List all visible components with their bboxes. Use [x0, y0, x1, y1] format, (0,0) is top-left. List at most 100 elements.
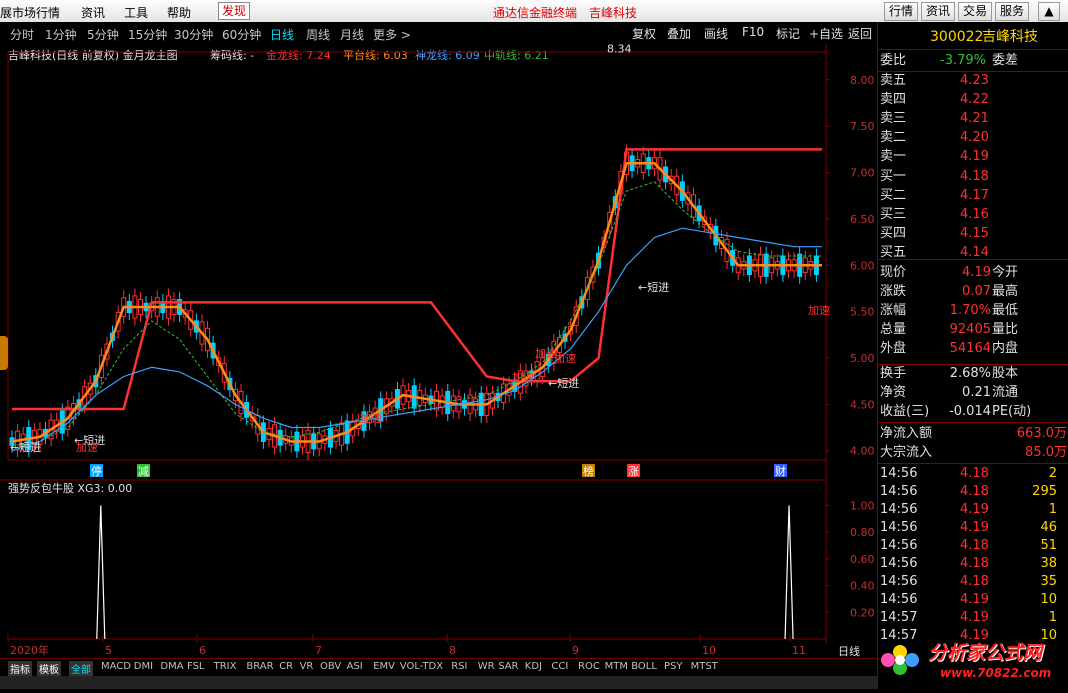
stat-value: 0.07 [962, 284, 991, 299]
tab-15min[interactable]: 15分钟 [128, 26, 167, 43]
watermark-title: 分析家公式网 [928, 642, 1043, 664]
indicator-mtm[interactable]: MTM [605, 661, 628, 672]
tick-time: 14:57 [880, 610, 918, 625]
indicator-boll[interactable]: BOLL [631, 661, 657, 672]
period-label: 日线 [838, 645, 860, 658]
tick-volume: 10 [1040, 592, 1057, 607]
menu-discover[interactable]: 发现 [218, 2, 251, 20]
indicator-cci[interactable]: CCI [551, 661, 568, 672]
btn-draw[interactable]: 画线 [704, 25, 728, 42]
tab-template[interactable]: 模板 [37, 661, 61, 676]
date-tick-label: 11 [792, 644, 806, 657]
indicator-dma[interactable]: DMA [160, 661, 183, 672]
btn-info[interactable]: 资讯 [921, 2, 956, 21]
sub-tick-label: 0.80 [850, 526, 875, 539]
tab-daily[interactable]: 日线 [270, 26, 294, 43]
indicator-bar: 指标 模板 全部 MACD DMI DMA FSL TRIX BRAR CR VR OBV ASI… [0, 658, 877, 676]
tab-indicator[interactable]: 指标 [8, 661, 32, 676]
btn-mark[interactable]: 标记 [776, 25, 800, 42]
event-marker-label: 涨 [628, 465, 639, 478]
indicator-fsl[interactable]: FSL [187, 661, 205, 672]
btn-trade[interactable]: 交易 [958, 2, 993, 21]
tab-30min[interactable]: 30分钟 [174, 26, 213, 43]
indicator-psy[interactable]: PSY [664, 661, 683, 672]
stat-value: 1.70% [949, 303, 991, 318]
menu-market[interactable]: 展市场行情 [0, 4, 60, 21]
indicator-brar[interactable]: BRAR [246, 661, 273, 672]
ask-level-label: 卖二 [880, 130, 907, 145]
tab-1min[interactable]: 1分钟 [45, 26, 77, 43]
btn-adjust[interactable]: 复权 [632, 25, 656, 42]
tab-5min[interactable]: 5分钟 [87, 26, 119, 43]
indicator-sar[interactable]: SAR [498, 661, 518, 672]
flow-row: 大宗流入 85.0万 [878, 444, 1068, 462]
price-tick-label: 8.00 [850, 74, 875, 87]
left-expand-tab[interactable] [0, 336, 8, 370]
tick-time: 14:56 [880, 556, 918, 571]
indicator-emv[interactable]: EMV [373, 661, 395, 672]
ask-level-label: 卖四 [880, 92, 907, 107]
bid-level-label: 买二 [880, 188, 907, 203]
flow-value: 663.0万 [1016, 426, 1067, 441]
signal-annotation: 加速 [360, 412, 382, 425]
indicator-trix[interactable]: TRIX [214, 661, 237, 672]
indicator-dmi[interactable]: DMI [134, 661, 153, 672]
indicator-cr[interactable]: CR [279, 661, 293, 672]
indicator-obv[interactable]: OBV [320, 661, 341, 672]
flow-row: 净流入额 663.0万 [878, 425, 1068, 443]
high-price-label: 8.34 [607, 44, 632, 55]
kline-chart[interactable]: 8.00 7.50 7.00 6.50 6.00 5.50 5.00 4.50 4.00 8.34… [0, 44, 877, 658]
indicator-vol-tdx[interactable]: VOL-TDX [400, 661, 443, 672]
tab-intraday[interactable]: 分时 [10, 26, 34, 43]
indicator-asi[interactable]: ASI [347, 661, 363, 672]
tick-volume: 46 [1040, 520, 1057, 535]
menu-tools[interactable]: 工具 [124, 4, 148, 21]
btn-service[interactable]: 服务 [995, 2, 1030, 21]
stat-value: 4.19 [962, 265, 991, 280]
indicator-vr[interactable]: VR [300, 661, 314, 672]
tick-price: 4.18 [960, 556, 989, 571]
indicator-kdj[interactable]: KDJ [525, 661, 542, 672]
tick-time: 14:56 [880, 466, 918, 481]
indicator-mtst[interactable]: MTST [691, 661, 718, 672]
menu-help[interactable]: 帮助 [167, 4, 191, 21]
signal-annotation: ←短进 [638, 280, 669, 294]
tick-price: 4.18 [960, 466, 989, 481]
ask-row: 卖二 4.20 [878, 129, 1068, 147]
tab-more[interactable]: 更多 > [373, 26, 411, 43]
watermark-url: www.70822.com [940, 666, 1052, 680]
ask-price: 4.22 [960, 92, 989, 107]
stat-label: 涨跌 [880, 284, 907, 299]
tab-all[interactable]: 全部 [69, 661, 93, 676]
price-tick-label: 4.00 [850, 445, 875, 458]
tab-weekly[interactable]: 周线 [306, 26, 330, 43]
tab-60min[interactable]: 60分钟 [222, 26, 261, 43]
collapse-icon[interactable]: ▲ [1038, 2, 1060, 21]
tick-volume: 35 [1040, 574, 1057, 589]
btn-quote[interactable]: 行情 [884, 2, 919, 21]
indicator-macd[interactable]: MACD [101, 661, 131, 672]
stat-label: 总量 [880, 322, 907, 337]
menu-news[interactable]: 资讯 [81, 4, 105, 21]
tick-row: 14:56 4.18 51 [878, 537, 1068, 555]
btn-f10[interactable]: F10 [742, 25, 764, 39]
tab-monthly[interactable]: 月线 [340, 26, 364, 43]
tick-row: 14:56 4.18 38 [878, 555, 1068, 573]
btn-add-favorite[interactable]: +自选 [809, 25, 843, 42]
indicator-wr[interactable]: WR [478, 661, 495, 672]
stat-label-2: 最低 [992, 303, 1019, 318]
date-tick-label: 9 [572, 644, 579, 657]
btn-overlay[interactable]: 叠加 [667, 25, 691, 42]
signal-annotation: 加速 [554, 352, 576, 365]
ask-price: 4.19 [960, 149, 989, 164]
stock-code: 300022 [930, 29, 984, 45]
ask-level-label: 卖一 [880, 149, 907, 164]
indicator-roc[interactable]: ROC [578, 661, 600, 672]
tick-row: 14:56 4.19 10 [878, 591, 1068, 609]
series-line-1 [12, 148, 822, 411]
indicator-rsi[interactable]: RSI [451, 661, 467, 672]
event-marker-label: 榜 [583, 464, 594, 478]
bid-price: 4.15 [960, 226, 989, 241]
btn-back[interactable]: 返回 [848, 25, 872, 42]
date-tick-label: 10 [702, 644, 716, 657]
